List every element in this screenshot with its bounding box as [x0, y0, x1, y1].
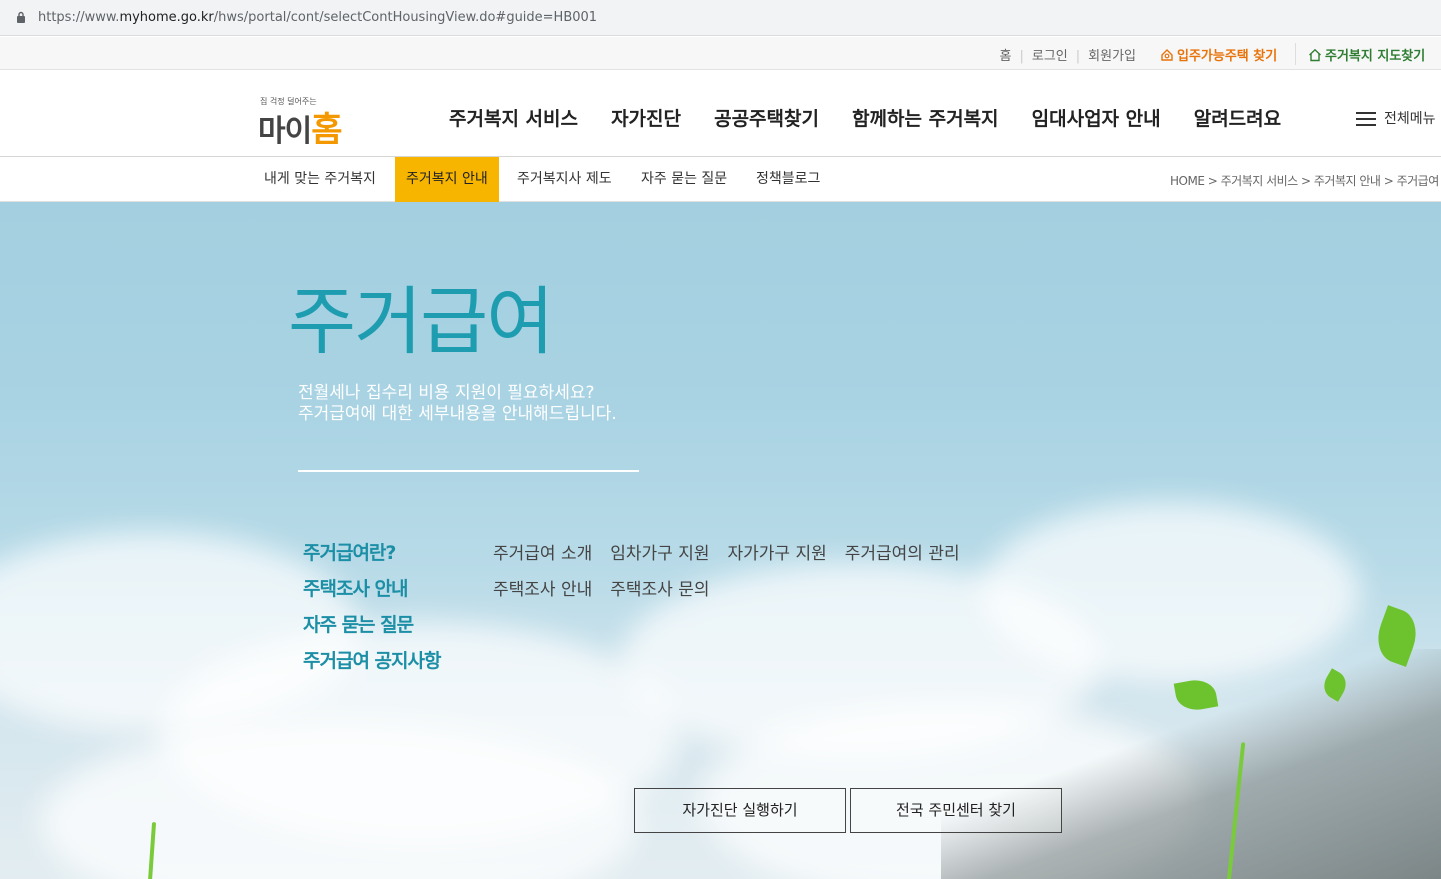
site-logo[interactable]: 집 걱정 덜어주는 마이홈: [258, 92, 368, 150]
link-owner-support[interactable]: 자가가구 지원: [728, 539, 827, 564]
link-benefit-intro[interactable]: 주거급여 소개: [493, 539, 592, 564]
global-nav: 주거복지 서비스 자가진단 공공주택찾기 함께하는 주거복지 임대사업자 안내 …: [449, 104, 1309, 131]
lock-icon: [17, 11, 25, 23]
snb-item-policy-blog[interactable]: 정책블로그: [756, 157, 820, 202]
snb-item-welfare-guide[interactable]: 주거복지 안내: [395, 157, 499, 208]
category-benefit[interactable]: 주거급여란?: [303, 538, 493, 565]
signup-link[interactable]: 회원가입: [1088, 45, 1136, 64]
category-notice[interactable]: 주거급여 공지사항: [303, 646, 493, 673]
snb-item-welfare-worker[interactable]: 주거복지사 제도: [517, 157, 612, 202]
house-search-icon: [1161, 49, 1173, 61]
map-search-label: 주거복지 지도찾기: [1325, 49, 1426, 64]
breadcrumb: HOME > 주거복지 서비스 > 주거복지 안내 > 주거급여: [1170, 174, 1439, 188]
gnb-item-notice[interactable]: 알려드려요: [1194, 104, 1281, 131]
logo-name-prefix: 마이: [258, 114, 312, 149]
hamburger-icon: [1356, 112, 1376, 126]
menu-row-notice: 주거급여 공지사항: [303, 646, 493, 673]
find-housing-link[interactable]: 입주가능주택 찾기: [1160, 45, 1277, 64]
divider: |: [1075, 49, 1081, 64]
snb-item-custom-welfare[interactable]: 내게 맞는 주거복지: [264, 157, 376, 202]
link-survey-guide[interactable]: 주택조사 안내: [493, 575, 592, 600]
menu-row-faq: 자주 묻는 질문: [303, 610, 493, 637]
hero-section: 주거급여 전월세나 집수리 비용 지원이 필요하세요? 주거급여에 대한 세부내…: [0, 202, 1441, 879]
all-menu-label: 전체메뉴: [1384, 111, 1436, 127]
logo-name-suffix: 홈: [311, 110, 342, 150]
category-faq[interactable]: 자주 묻는 질문: [303, 610, 493, 637]
gnb-item-welfare-service[interactable]: 주거복지 서비스: [449, 104, 578, 131]
url-prefix: https://www.: [38, 10, 120, 25]
snb-item-faq[interactable]: 자주 묻는 질문: [641, 157, 727, 202]
site-header: 집 걱정 덜어주는 마이홈 주거복지 서비스 자가진단 공공주택찾기 함께하는 …: [0, 70, 1441, 157]
menu-row-survey: 주택조사 안내 주택조사 안내 주택조사 문의: [303, 574, 728, 601]
utility-links: 홈 | 로그인 | 회원가입: [1000, 45, 1136, 64]
all-menu-button[interactable]: 전체메뉴: [1356, 108, 1436, 128]
address-bar[interactable]: https://www.myhome.go.kr/hws/portal/cont…: [0, 0, 1441, 36]
menu-row-benefit: 주거급여란? 주거급여 소개 임차가구 지원 자가가구 지원 주거급여의 관리: [303, 538, 978, 565]
gnb-item-self-check[interactable]: 자가진단: [611, 104, 681, 131]
link-benefit-management[interactable]: 주거급여의 관리: [845, 539, 960, 564]
gnb-item-public-housing[interactable]: 공공주택찾기: [714, 104, 819, 131]
map-search-link[interactable]: 주거복지 지도찾기: [1308, 45, 1425, 64]
self-check-button[interactable]: 자가진단 실행하기: [634, 788, 846, 833]
find-housing-label: 입주가능주택 찾기: [1177, 49, 1278, 64]
url-path: /hws/portal/cont/selectContHousingView.d…: [213, 10, 598, 25]
category-survey[interactable]: 주택조사 안내: [303, 574, 493, 601]
hero-description-line: 주거급여에 대한 세부내용을 안내해드립니다.: [298, 404, 617, 424]
sub-nav: 내게 맞는 주거복지 주거복지 안내 주거복지사 제도 자주 묻는 질문 정책블…: [0, 157, 1441, 208]
divider: [1295, 43, 1296, 65]
house-icon: [1309, 48, 1321, 62]
gnb-item-together[interactable]: 함께하는 주거복지: [852, 104, 998, 131]
center-search-button[interactable]: 전국 주민센터 찾기: [850, 788, 1062, 833]
link-survey-inquiry[interactable]: 주택조사 문의: [610, 575, 709, 600]
login-link[interactable]: 로그인: [1032, 45, 1068, 64]
hero-description-line: 전월세나 집수리 비용 지원이 필요하세요?: [298, 383, 595, 403]
divider: [298, 470, 639, 472]
gnb-item-landlord[interactable]: 임대사업자 안내: [1032, 104, 1161, 131]
home-link[interactable]: 홈: [1000, 45, 1012, 64]
url-host: myhome.go.kr: [119, 10, 214, 25]
page-title: 주거급여: [288, 279, 554, 365]
url-text[interactable]: https://www.myhome.go.kr/hws/portal/cont…: [38, 10, 597, 25]
hero-description: 전월세나 집수리 비용 지원이 필요하세요? 주거급여에 대한 세부내용을 안내…: [298, 383, 617, 425]
divider: |: [1019, 49, 1024, 64]
link-tenant-support[interactable]: 임차가구 지원: [610, 539, 709, 564]
utility-bar: 홈 | 로그인 | 회원가입 입주가능주택 찾기 주거복지 지도찾기: [0, 37, 1441, 70]
logo-name: 마이홈: [258, 102, 342, 151]
